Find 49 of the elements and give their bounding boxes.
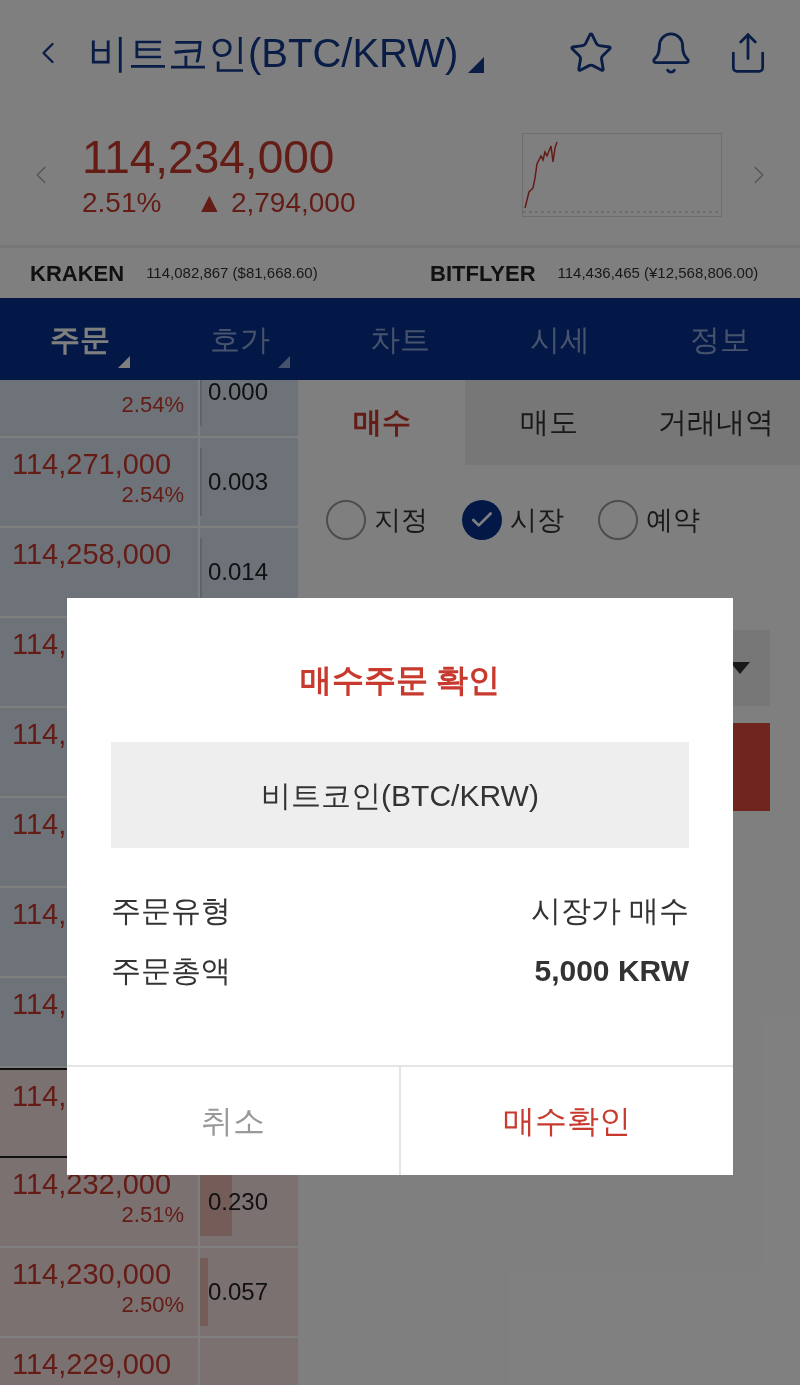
order-quantity: 0.057: [208, 1277, 269, 1307]
detail-label: 주문총액: [111, 952, 231, 989]
order-price[interactable]: 114,: [12, 1080, 67, 1112]
order-book-row[interactable]: 2.54% 0.000: [0, 380, 298, 438]
exchange-name: KRAKEN: [30, 259, 125, 288]
nav-tab[interactable]: 주문: [0, 298, 160, 380]
detail-value: 5,000 KRW: [534, 952, 689, 989]
order-percent: 2.50%: [121, 1291, 184, 1319]
order-price[interactable]: 114,: [12, 808, 67, 840]
order-quantity: 0.000: [208, 380, 269, 407]
dropdown-caret-icon: [730, 662, 750, 674]
exchange-name: BITFLYER: [430, 259, 536, 288]
asset-name: 비트코인(BTC/KRW): [111, 742, 689, 848]
detail-value: 시장가 매수: [530, 892, 689, 929]
confirm-button[interactable]: 매수확인: [399, 1067, 733, 1175]
order-price[interactable]: 114,230,000: [12, 1258, 172, 1290]
order-type-radio[interactable]: 예약: [598, 499, 700, 541]
exchange-price: 114,436,465 (¥12,568,806.00): [557, 262, 759, 283]
order-type-radio[interactable]: 시장: [462, 499, 564, 541]
order-type-radio[interactable]: 지정: [326, 499, 428, 541]
order-price[interactable]: 114,: [12, 898, 67, 930]
order-tab[interactable]: 거래내역: [632, 380, 800, 465]
order-quantity: 0.003: [208, 467, 269, 497]
order-percent: 2.54%: [121, 391, 184, 419]
nav-tab[interactable]: 정보: [640, 298, 800, 380]
order-quantity: 0.014: [208, 557, 269, 587]
coin-title[interactable]: 비트코인(BTC/KRW): [88, 22, 459, 83]
order-percent: 2.54%: [121, 481, 184, 509]
nav-tab[interactable]: 호가: [160, 298, 320, 380]
change-amount: ▲ 2,794,000: [195, 186, 356, 220]
order-price[interactable]: 114,: [12, 988, 67, 1020]
dropdown-caret-icon[interactable]: [468, 56, 485, 73]
current-price: 114,234,000: [82, 130, 336, 185]
detail-label: 주문유형: [111, 892, 231, 929]
change-percent: 2.51%: [82, 186, 162, 220]
order-price[interactable]: 114,258,000: [12, 538, 172, 570]
order-price[interactable]: 114,229,000: [12, 1348, 172, 1380]
exchange-price: 114,082,867 ($81,668.60): [146, 262, 318, 283]
order-quantity: 0.230: [208, 1187, 269, 1217]
nav-tab[interactable]: 차트: [320, 298, 480, 380]
order-percent: 2.51%: [121, 1201, 184, 1229]
dialog-title: 매수주문 확인: [298, 661, 502, 700]
order-book-row[interactable]: 114,229,000: [0, 1338, 298, 1385]
order-price[interactable]: 114,: [12, 628, 67, 660]
nav-tab[interactable]: 시세: [480, 298, 640, 380]
order-price[interactable]: 114,: [12, 718, 67, 750]
order-price[interactable]: 114,271,000: [12, 448, 172, 480]
order-tab[interactable]: 매도: [465, 380, 633, 465]
order-tab[interactable]: 매수: [298, 380, 466, 465]
